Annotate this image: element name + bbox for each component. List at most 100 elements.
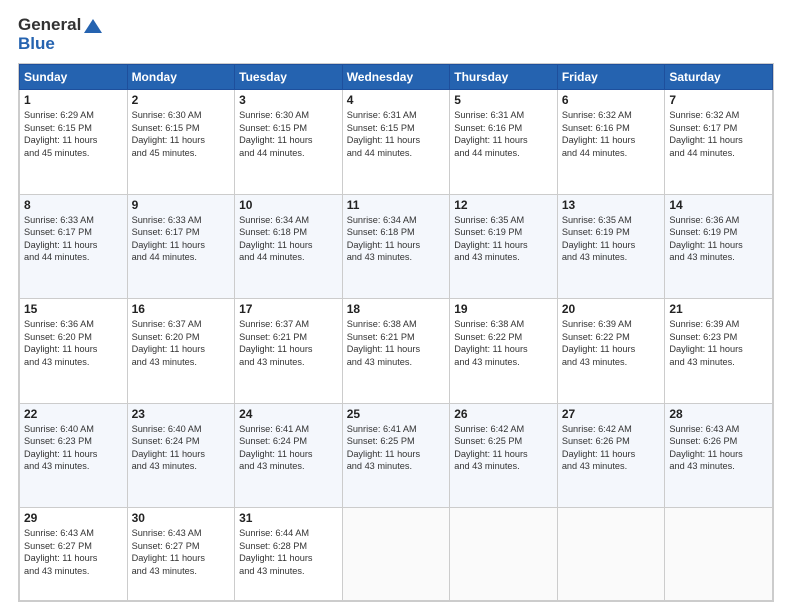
calendar-cell: 1Sunrise: 6:29 AMSunset: 6:15 PMDaylight… bbox=[20, 90, 128, 194]
day-info: Sunrise: 6:43 AMSunset: 6:26 PMDaylight:… bbox=[669, 423, 768, 473]
calendar-week-4: 22Sunrise: 6:40 AMSunset: 6:23 PMDayligh… bbox=[20, 403, 773, 507]
day-number: 30 bbox=[132, 511, 231, 525]
day-number: 5 bbox=[454, 93, 553, 107]
calendar-cell: 8 Sunrise: 6:33 AMSunset: 6:17 PMDaylight… bbox=[20, 194, 128, 298]
day-info: Sunrise: 6:39 AMSunset: 6:23 PMDaylight:… bbox=[669, 318, 768, 368]
weekday-header-wednesday: Wednesday bbox=[342, 65, 450, 90]
calendar-header: SundayMondayTuesdayWednesdayThursdayFrid… bbox=[20, 65, 773, 90]
calendar-cell: 5 Sunrise: 6:31 AMSunset: 6:16 PMDaylight… bbox=[450, 90, 558, 194]
day-number: 9 bbox=[132, 198, 231, 212]
calendar-cell: 4 Sunrise: 6:31 AMSunset: 6:15 PMDaylight… bbox=[342, 90, 450, 194]
day-number: 14 bbox=[669, 198, 768, 212]
calendar-cell: 30 Sunrise: 6:43 AMSunset: 6:27 PMDayligh… bbox=[127, 508, 235, 601]
day-number: 4 bbox=[347, 93, 446, 107]
day-info: Sunrise: 6:44 AMSunset: 6:28 PMDaylight:… bbox=[239, 527, 338, 577]
day-number: 17 bbox=[239, 302, 338, 316]
weekday-header-thursday: Thursday bbox=[450, 65, 558, 90]
calendar-cell: 7 Sunrise: 6:32 AMSunset: 6:17 PMDaylight… bbox=[665, 90, 773, 194]
calendar-cell: 3 Sunrise: 6:30 AMSunset: 6:15 PMDaylight… bbox=[235, 90, 343, 194]
day-info: Sunrise: 6:36 AMSunset: 6:19 PMDaylight:… bbox=[669, 214, 768, 264]
logo-text: General Blue bbox=[18, 16, 105, 53]
calendar: SundayMondayTuesdayWednesdayThursdayFrid… bbox=[18, 63, 774, 602]
calendar-cell: 17 Sunrise: 6:37 AMSunset: 6:21 PMDayligh… bbox=[235, 299, 343, 403]
calendar-cell bbox=[557, 508, 665, 601]
day-number: 25 bbox=[347, 407, 446, 421]
weekday-header-monday: Monday bbox=[127, 65, 235, 90]
calendar-cell: 13 Sunrise: 6:35 AMSunset: 6:19 PMDayligh… bbox=[557, 194, 665, 298]
day-number: 21 bbox=[669, 302, 768, 316]
day-number: 20 bbox=[562, 302, 661, 316]
logo-blue: Blue bbox=[18, 35, 105, 54]
day-info: Sunrise: 6:33 AMSunset: 6:17 PMDaylight:… bbox=[24, 214, 123, 264]
day-info: Sunrise: 6:34 AMSunset: 6:18 PMDaylight:… bbox=[347, 214, 446, 264]
weekday-header-sunday: Sunday bbox=[20, 65, 128, 90]
day-info: Sunrise: 6:32 AMSunset: 6:17 PMDaylight:… bbox=[669, 109, 768, 159]
day-info: Sunrise: 6:37 AMSunset: 6:21 PMDaylight:… bbox=[239, 318, 338, 368]
logo: General Blue bbox=[18, 16, 105, 53]
calendar-cell: 14 Sunrise: 6:36 AMSunset: 6:19 PMDayligh… bbox=[665, 194, 773, 298]
day-number: 19 bbox=[454, 302, 553, 316]
day-info: Sunrise: 6:43 AMSunset: 6:27 PMDaylight:… bbox=[132, 527, 231, 577]
day-number: 26 bbox=[454, 407, 553, 421]
calendar-cell bbox=[342, 508, 450, 601]
day-number: 3 bbox=[239, 93, 338, 107]
day-info: Sunrise: 6:41 AMSunset: 6:24 PMDaylight:… bbox=[239, 423, 338, 473]
weekday-header-tuesday: Tuesday bbox=[235, 65, 343, 90]
day-number: 10 bbox=[239, 198, 338, 212]
day-number: 13 bbox=[562, 198, 661, 212]
day-info: Sunrise: 6:42 AMSunset: 6:25 PMDaylight:… bbox=[454, 423, 553, 473]
calendar-week-3: 15 Sunrise: 6:36 AMSunset: 6:20 PMDayligh… bbox=[20, 299, 773, 403]
calendar-cell: 31Sunrise: 6:44 AMSunset: 6:28 PMDayligh… bbox=[235, 508, 343, 601]
weekday-header-friday: Friday bbox=[557, 65, 665, 90]
day-number: 11 bbox=[347, 198, 446, 212]
logo-general: General bbox=[18, 15, 81, 34]
calendar-cell: 24 Sunrise: 6:41 AMSunset: 6:24 PMDayligh… bbox=[235, 403, 343, 507]
day-info: Sunrise: 6:38 AMSunset: 6:22 PMDaylight:… bbox=[454, 318, 553, 368]
day-info: Sunrise: 6:43 AMSunset: 6:27 PMDaylight:… bbox=[24, 527, 123, 577]
day-number: 24 bbox=[239, 407, 338, 421]
day-number: 28 bbox=[669, 407, 768, 421]
day-number: 18 bbox=[347, 302, 446, 316]
day-number: 2 bbox=[132, 93, 231, 107]
day-info: Sunrise: 6:31 AMSunset: 6:16 PMDaylight:… bbox=[454, 109, 553, 159]
day-info: Sunrise: 6:36 AMSunset: 6:20 PMDaylight:… bbox=[24, 318, 123, 368]
day-info: Sunrise: 6:32 AMSunset: 6:16 PMDaylight:… bbox=[562, 109, 661, 159]
day-number: 15 bbox=[24, 302, 123, 316]
day-info: Sunrise: 6:42 AMSunset: 6:26 PMDaylight:… bbox=[562, 423, 661, 473]
day-info: Sunrise: 6:31 AMSunset: 6:15 PMDaylight:… bbox=[347, 109, 446, 159]
calendar-cell: 2 Sunrise: 6:30 AMSunset: 6:15 PMDaylight… bbox=[127, 90, 235, 194]
calendar-week-1: 1Sunrise: 6:29 AMSunset: 6:15 PMDaylight… bbox=[20, 90, 773, 194]
day-info: Sunrise: 6:29 AMSunset: 6:15 PMDaylight:… bbox=[24, 109, 123, 159]
calendar-cell: 21 Sunrise: 6:39 AMSunset: 6:23 PMDayligh… bbox=[665, 299, 773, 403]
header: General Blue bbox=[18, 16, 774, 53]
day-info: Sunrise: 6:40 AMSunset: 6:24 PMDaylight:… bbox=[132, 423, 231, 473]
day-number: 8 bbox=[24, 198, 123, 212]
day-info: Sunrise: 6:30 AMSunset: 6:15 PMDaylight:… bbox=[132, 109, 231, 159]
calendar-week-5: 29Sunrise: 6:43 AMSunset: 6:27 PMDayligh… bbox=[20, 508, 773, 601]
day-info: Sunrise: 6:38 AMSunset: 6:21 PMDaylight:… bbox=[347, 318, 446, 368]
calendar-cell: 12Sunrise: 6:35 AMSunset: 6:19 PMDayligh… bbox=[450, 194, 558, 298]
calendar-cell: 6 Sunrise: 6:32 AMSunset: 6:16 PMDaylight… bbox=[557, 90, 665, 194]
calendar-cell: 11 Sunrise: 6:34 AMSunset: 6:18 PMDayligh… bbox=[342, 194, 450, 298]
calendar-cell: 16Sunrise: 6:37 AMSunset: 6:20 PMDayligh… bbox=[127, 299, 235, 403]
calendar-cell: 22Sunrise: 6:40 AMSunset: 6:23 PMDayligh… bbox=[20, 403, 128, 507]
weekday-header-saturday: Saturday bbox=[665, 65, 773, 90]
day-info: Sunrise: 6:35 AMSunset: 6:19 PMDaylight:… bbox=[562, 214, 661, 264]
calendar-cell bbox=[450, 508, 558, 601]
day-info: Sunrise: 6:40 AMSunset: 6:23 PMDaylight:… bbox=[24, 423, 123, 473]
day-info: Sunrise: 6:39 AMSunset: 6:22 PMDaylight:… bbox=[562, 318, 661, 368]
calendar-cell: 10Sunrise: 6:34 AMSunset: 6:18 PMDayligh… bbox=[235, 194, 343, 298]
calendar-week-2: 8 Sunrise: 6:33 AMSunset: 6:17 PMDaylight… bbox=[20, 194, 773, 298]
day-number: 12 bbox=[454, 198, 553, 212]
calendar-cell: 23Sunrise: 6:40 AMSunset: 6:24 PMDayligh… bbox=[127, 403, 235, 507]
day-number: 7 bbox=[669, 93, 768, 107]
day-info: Sunrise: 6:33 AMSunset: 6:17 PMDaylight:… bbox=[132, 214, 231, 264]
day-info: Sunrise: 6:30 AMSunset: 6:15 PMDaylight:… bbox=[239, 109, 338, 159]
calendar-cell: 25Sunrise: 6:41 AMSunset: 6:25 PMDayligh… bbox=[342, 403, 450, 507]
calendar-cell: 15 Sunrise: 6:36 AMSunset: 6:20 PMDayligh… bbox=[20, 299, 128, 403]
calendar-cell: 9 Sunrise: 6:33 AMSunset: 6:17 PMDaylight… bbox=[127, 194, 235, 298]
calendar-cell: 29Sunrise: 6:43 AMSunset: 6:27 PMDayligh… bbox=[20, 508, 128, 601]
day-number: 6 bbox=[562, 93, 661, 107]
calendar-body: 1Sunrise: 6:29 AMSunset: 6:15 PMDaylight… bbox=[20, 90, 773, 601]
day-number: 27 bbox=[562, 407, 661, 421]
